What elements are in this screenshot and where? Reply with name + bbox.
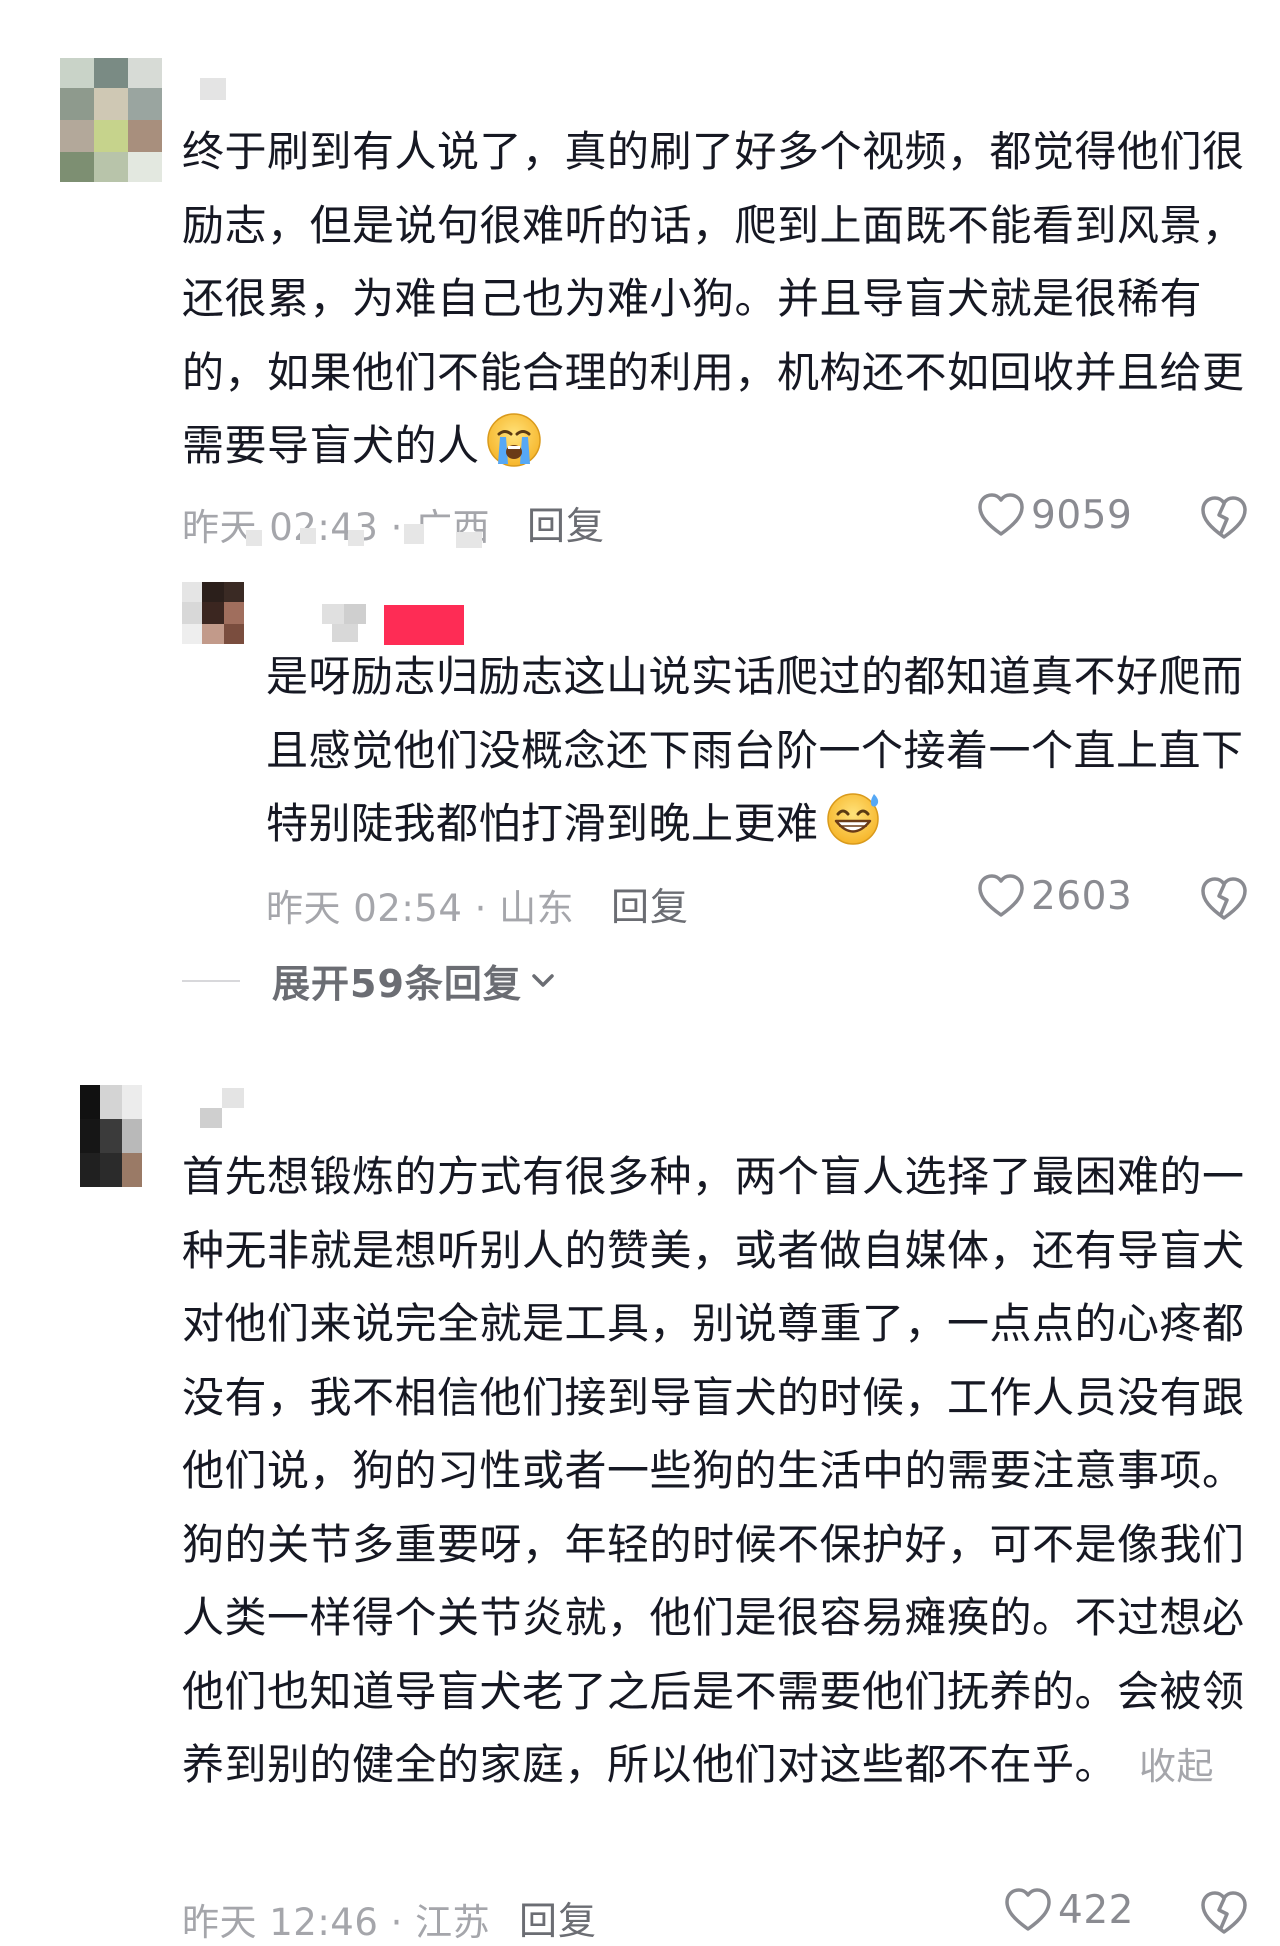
heart-outline-icon — [1004, 1887, 1052, 1933]
broken-heart-icon — [1200, 1891, 1248, 1940]
divider — [182, 979, 240, 982]
username[interactable] — [322, 604, 366, 642]
comment-text: 是呀励志归励志这山说实话爬过的都知道真不好爬而且感觉他们没概念还下雨台阶一个接着… — [266, 640, 1256, 869]
broken-heart-icon — [1200, 496, 1248, 545]
comment-meta: 昨天 02:54 · 山东 — [266, 887, 575, 930]
avatar[interactable] — [60, 58, 162, 182]
loudly-crying-face-emoji — [486, 412, 542, 491]
reply-button[interactable]: 回复 — [519, 1890, 597, 1945]
expand-replies-button[interactable]: 展开59条回复 — [182, 953, 556, 1008]
comment-meta: 昨天 12:46 · 江苏 — [182, 1901, 491, 1944]
like-count: 422 — [1058, 1887, 1134, 1933]
like-button[interactable]: 2603 — [977, 873, 1132, 919]
username[interactable] — [200, 78, 226, 100]
comment-text: 首先想锻炼的方式有很多种，两个盲人选择了最困难的一种无非就是想听别人的赞美，或者… — [182, 1152, 1245, 1789]
grinning-face-with-sweat-emoji — [825, 790, 883, 869]
dislike-button[interactable] — [1200, 495, 1248, 545]
heart-outline-icon — [977, 492, 1025, 538]
dislike-button[interactable] — [1200, 876, 1248, 926]
avatar[interactable] — [80, 1085, 142, 1187]
heart-outline-icon — [977, 873, 1025, 919]
comment-text: 终于刷到有人说了，真的刷了好多个视频，都觉得他们很励志，但是说句很难听的话，爬到… — [182, 115, 1252, 491]
reply-button[interactable]: 回复 — [527, 495, 605, 550]
like-count: 2603 — [1031, 873, 1133, 919]
like-button[interactable]: 9059 — [977, 492, 1132, 538]
collapse-button[interactable]: 收起 — [1139, 1745, 1214, 1788]
chevron-down-icon — [530, 972, 556, 990]
dislike-button[interactable] — [1200, 1890, 1248, 1940]
avatar[interactable] — [182, 582, 244, 644]
like-count: 9059 — [1031, 492, 1133, 538]
broken-heart-icon — [1200, 877, 1248, 926]
expand-replies-label: 展开59条回复 — [272, 962, 522, 1006]
comment-meta: 昨天 02:43 · 广西 — [182, 506, 491, 549]
author-badge — [384, 605, 464, 645]
username[interactable] — [200, 1088, 244, 1128]
reply-button[interactable]: 回复 — [611, 876, 689, 931]
like-button[interactable]: 422 — [1004, 1887, 1134, 1933]
